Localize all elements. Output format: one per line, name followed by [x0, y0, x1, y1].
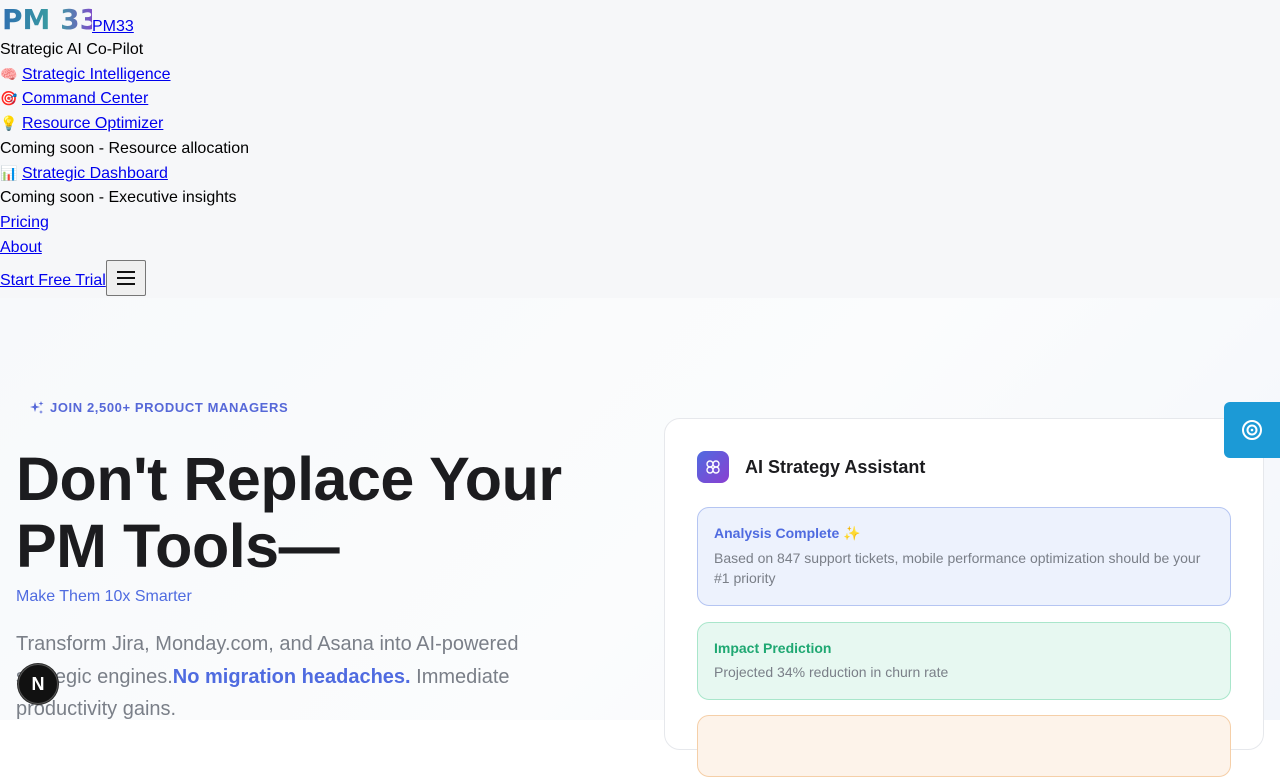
- floating-action-button[interactable]: [1224, 402, 1280, 458]
- hero-subhead: Make Them 10x Smarter: [16, 588, 192, 605]
- description-highlight: No migration headaches.: [172, 665, 411, 688]
- nav-command-center[interactable]: 🎯 Command Center: [0, 87, 1280, 112]
- nav-strategic-intelligence[interactable]: 🧠 Strategic Intelligence: [0, 63, 1280, 88]
- card-header: AI Strategy Assistant: [697, 451, 925, 483]
- tagline: Strategic AI Co-Pilot: [0, 41, 144, 58]
- insight-text: Projected 34% reduction in churn rate: [714, 664, 949, 680]
- dev-badge-letter: N: [31, 673, 45, 694]
- insight-text: Based on 847 support tickets, mobile per…: [714, 550, 1201, 586]
- menu-button[interactable]: [105, 260, 146, 297]
- insight-title: Impact Prediction: [714, 640, 832, 656]
- top-navigation: PM 33 PM33 Strategic AI Co-Pilot 🧠 Strate…: [0, 0, 1280, 298]
- strategic-dashboard-note: Coming soon - Executive insights: [0, 189, 237, 207]
- headline-line-1: Don't Replace Your: [16, 445, 562, 513]
- nav-pricing[interactable]: Pricing: [0, 211, 1280, 236]
- brain-chip-icon: [697, 451, 729, 483]
- brand-link[interactable]: PM33: [92, 16, 134, 38]
- sparkles-icon: [30, 400, 44, 414]
- target-emoji-icon: 🎯: [0, 91, 18, 108]
- nav-about[interactable]: About: [0, 236, 1280, 261]
- nav-strategic-dashboard[interactable]: 📊 Strategic Dashboard: [0, 162, 1280, 187]
- brand-row: PM 33 PM33: [0, 0, 1280, 38]
- hero-headline: Don't Replace Your PM Tools—: [16, 446, 562, 580]
- hero-description: Transform Jira, Monday.com, and Asana in…: [16, 628, 576, 726]
- sparkle-icon: ✨: [843, 526, 861, 542]
- badge-text: JOIN 2,500+ PRODUCT MANAGERS: [50, 400, 289, 415]
- brain-icon: 🧠: [0, 66, 18, 83]
- card-title: AI Strategy Assistant: [745, 456, 926, 477]
- social-proof-badge: JOIN 2,500+ PRODUCT MANAGERS: [30, 400, 288, 415]
- hamburger-icon: [116, 271, 135, 286]
- insight-title: Analysis Complete ✨: [714, 525, 861, 542]
- headline-line-2: PM Tools—: [16, 512, 340, 580]
- ai-assistant-card: AI Strategy Assistant Analysis Complete …: [664, 418, 1264, 777]
- nextjs-dev-badge[interactable]: N: [18, 664, 58, 704]
- bar-chart-icon: 📊: [0, 165, 18, 182]
- svg-text:PM 33: PM 33: [2, 3, 92, 36]
- start-free-trial-link[interactable]: Start Free Trial: [0, 269, 106, 294]
- insight-analysis-complete: Analysis Complete ✨ Based on 847 support…: [697, 507, 1231, 606]
- target-icon: [1242, 420, 1262, 440]
- hero-section: JOIN 2,500+ PRODUCT MANAGERS Don't Repla…: [0, 298, 1280, 777]
- pm33-logo[interactable]: PM 33: [2, 2, 99, 36]
- insight-impact-prediction: Impact Prediction Projected 34% reductio…: [697, 622, 1231, 700]
- cta-row: Start Free Trial: [0, 260, 1280, 299]
- resource-optimizer-note: Coming soon - Resource allocation: [0, 139, 250, 157]
- nav-resource-optimizer[interactable]: 💡 Resource Optimizer: [0, 112, 1280, 137]
- insight-card-partial: [697, 715, 1231, 777]
- lightbulb-icon: 💡: [0, 116, 18, 133]
